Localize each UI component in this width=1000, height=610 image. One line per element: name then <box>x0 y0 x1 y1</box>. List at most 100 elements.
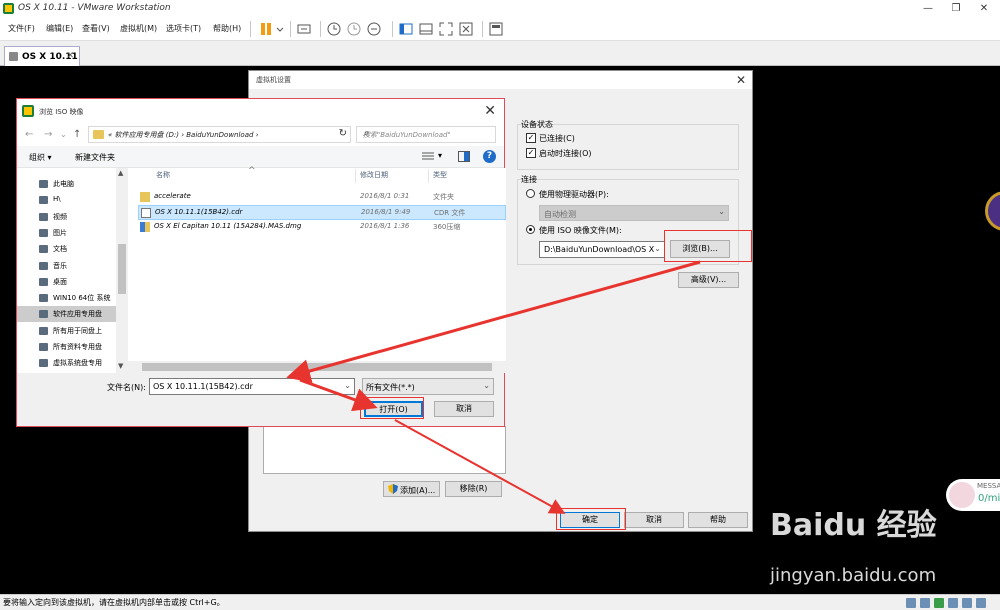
scroll-up-icon[interactable]: ▲ <box>118 169 123 177</box>
file-list-hscrollbar[interactable] <box>128 361 506 373</box>
nav-item[interactable]: 文档 <box>17 241 116 257</box>
archive-icon <box>140 222 150 232</box>
column-date[interactable]: 修改日期 <box>360 170 388 180</box>
sound-icon[interactable] <box>948 598 958 608</box>
nav-item-label: 虚拟系统盘专用 <box>53 359 102 368</box>
search-icon: ⌕ <box>363 128 369 139</box>
folder-icon <box>93 130 104 139</box>
menu-help[interactable]: 帮助(H) <box>213 23 241 34</box>
remove-hardware-button[interactable]: 移除(R) <box>445 481 502 497</box>
pause-icon[interactable] <box>258 21 274 37</box>
file-type-filter[interactable]: 所有文件(*.*) ⌄ <box>362 378 494 395</box>
nav-item-label: 视频 <box>53 212 67 221</box>
printer-icon[interactable] <box>962 598 972 608</box>
tab-osx[interactable]: OS X 10.11 ✕ <box>4 46 80 66</box>
use-physical-drive-label: 使用物理驱动器(P): <box>539 190 609 199</box>
refresh-icon[interactable]: ↻ <box>339 128 347 139</box>
annotation-highlight <box>360 397 424 419</box>
vmware-app-icon <box>22 105 34 117</box>
search-input[interactable]: 搜索"BaiduYunDownload" ⌕ <box>356 126 496 143</box>
nav-item[interactable]: 音乐 <box>17 258 116 274</box>
forward-arrow-icon[interactable]: → <box>44 129 52 140</box>
nav-item[interactable]: 所有资料专用盘 <box>17 339 116 355</box>
file-row[interactable]: accelerate 2016/8/1 0:31 文件夹 <box>138 190 506 205</box>
nav-item[interactable]: 此电脑 <box>17 176 116 192</box>
add-hardware-button[interactable]: 添加(A)... <box>383 481 440 497</box>
chevron-down-icon: ⌄ <box>654 244 661 253</box>
console-view-icon[interactable] <box>488 21 504 37</box>
menu-view[interactable]: 查看(V) <box>82 23 110 34</box>
physical-drive-select[interactable]: 自动检测 ⌄ <box>539 205 729 221</box>
snapshot-manager-icon[interactable] <box>366 21 382 37</box>
nav-item-label: 所有用于同盘上 <box>53 326 102 335</box>
unity-view-icon[interactable] <box>458 21 474 37</box>
column-name[interactable]: 名称 <box>156 170 170 180</box>
new-folder-button[interactable]: 新建文件夹 <box>75 152 115 163</box>
library-view-icon[interactable] <box>398 21 414 37</box>
use-iso-radio[interactable] <box>526 225 535 234</box>
send-ctrl-alt-del-icon[interactable] <box>296 21 312 37</box>
hardware-list[interactable] <box>263 426 506 474</box>
connected-checkbox[interactable]: ✓ <box>526 133 536 143</box>
drive-icon <box>39 180 48 188</box>
nav-item[interactable]: 软件应用专用盘 <box>17 306 116 323</box>
preview-pane-icon[interactable] <box>458 151 470 162</box>
folder-icon <box>140 192 150 202</box>
recent-dropdown-icon[interactable]: ⌄ <box>60 130 67 139</box>
menu-vm[interactable]: 虚拟机(M) <box>120 23 157 34</box>
pause-dropdown-icon[interactable] <box>276 21 284 37</box>
usb-icon[interactable] <box>934 598 944 608</box>
nav-scrollbar-thumb[interactable] <box>118 244 126 294</box>
vm-icon <box>9 52 18 61</box>
nav-item[interactable]: 所有用于同盘上 <box>17 323 116 339</box>
file-icon <box>141 208 151 218</box>
maximize-button[interactable]: ❐ <box>942 1 970 16</box>
advanced-button[interactable]: 高级(V)... <box>678 272 739 288</box>
up-arrow-icon[interactable]: ↑ <box>73 129 81 140</box>
hscrollbar-thumb[interactable] <box>142 363 492 371</box>
drive-icon <box>39 294 48 303</box>
settings-close-icon[interactable]: ✕ <box>736 73 746 87</box>
full-screen-icon[interactable] <box>438 21 454 37</box>
network-icon[interactable] <box>920 598 930 608</box>
nav-item[interactable]: 桌面 <box>17 274 116 290</box>
revert-snapshot-icon[interactable] <box>346 21 362 37</box>
snapshot-icon[interactable] <box>326 21 342 37</box>
menu-tabs[interactable]: 选项卡(T) <box>166 23 201 34</box>
connect-at-power-on-checkbox[interactable]: ✓ <box>526 148 536 158</box>
file-row[interactable]: OS X 10.11.1(15B42).cdr 2016/8/1 9:49 CDR … <box>138 205 506 220</box>
thumbnail-view-icon[interactable] <box>418 21 434 37</box>
nav-item[interactable]: WIN10 64位 系统 <box>17 290 116 306</box>
back-arrow-icon[interactable]: ← <box>25 129 33 140</box>
nav-item-label: H\ <box>53 195 61 204</box>
help-icon[interactable]: ? <box>483 150 496 163</box>
chevron-down-icon[interactable]: ▾ <box>438 151 442 160</box>
iso-path-combo[interactable]: D:\BaiduYunDownload\OS X ⌄ <box>539 241 665 258</box>
nav-item[interactable]: 图片 <box>17 225 116 241</box>
nav-item[interactable]: 虚拟系统盘专用 <box>17 355 116 371</box>
column-type[interactable]: 类型 <box>433 170 447 180</box>
nav-scrollbar[interactable]: ▲ ▼ <box>116 168 128 373</box>
browse-cancel-button[interactable]: 取消 <box>434 401 494 417</box>
filename-input[interactable]: OS X 10.11.1(15B42).cdr ⌄ <box>149 378 355 395</box>
use-physical-drive-radio[interactable] <box>526 189 535 198</box>
organize-menu[interactable]: 组织 ▾ <box>29 152 52 163</box>
settings-help-button[interactable]: 帮助 <box>688 512 748 528</box>
message-icon[interactable] <box>976 598 986 608</box>
menu-edit[interactable]: 编辑(E) <box>46 23 73 34</box>
file-row[interactable]: OS X El Capitan 10.11 (15A284).MAS.dmg 20… <box>138 220 506 235</box>
address-bar[interactable]: « 软件应用专用盘 (D:) › BaiduYunDownload › ↻ <box>88 126 351 143</box>
hdd-icon[interactable] <box>906 598 916 608</box>
menu-file[interactable]: 文件(F) <box>8 23 35 34</box>
settings-cancel-button[interactable]: 取消 <box>624 512 684 528</box>
nav-item[interactable]: H\ <box>17 192 116 208</box>
minimize-button[interactable]: — <box>914 1 942 16</box>
browse-title: 浏览 ISO 映像 <box>39 108 84 116</box>
nav-item[interactable]: 视频 <box>17 209 116 225</box>
desktop-circle-icon <box>985 191 1000 231</box>
tab-close-icon[interactable]: ✕ <box>66 51 74 61</box>
browse-close-icon[interactable]: ✕ <box>484 103 496 119</box>
view-options-icon[interactable] <box>422 151 434 162</box>
scroll-down-icon[interactable]: ▼ <box>118 362 123 370</box>
close-button[interactable]: ✕ <box>970 1 998 16</box>
